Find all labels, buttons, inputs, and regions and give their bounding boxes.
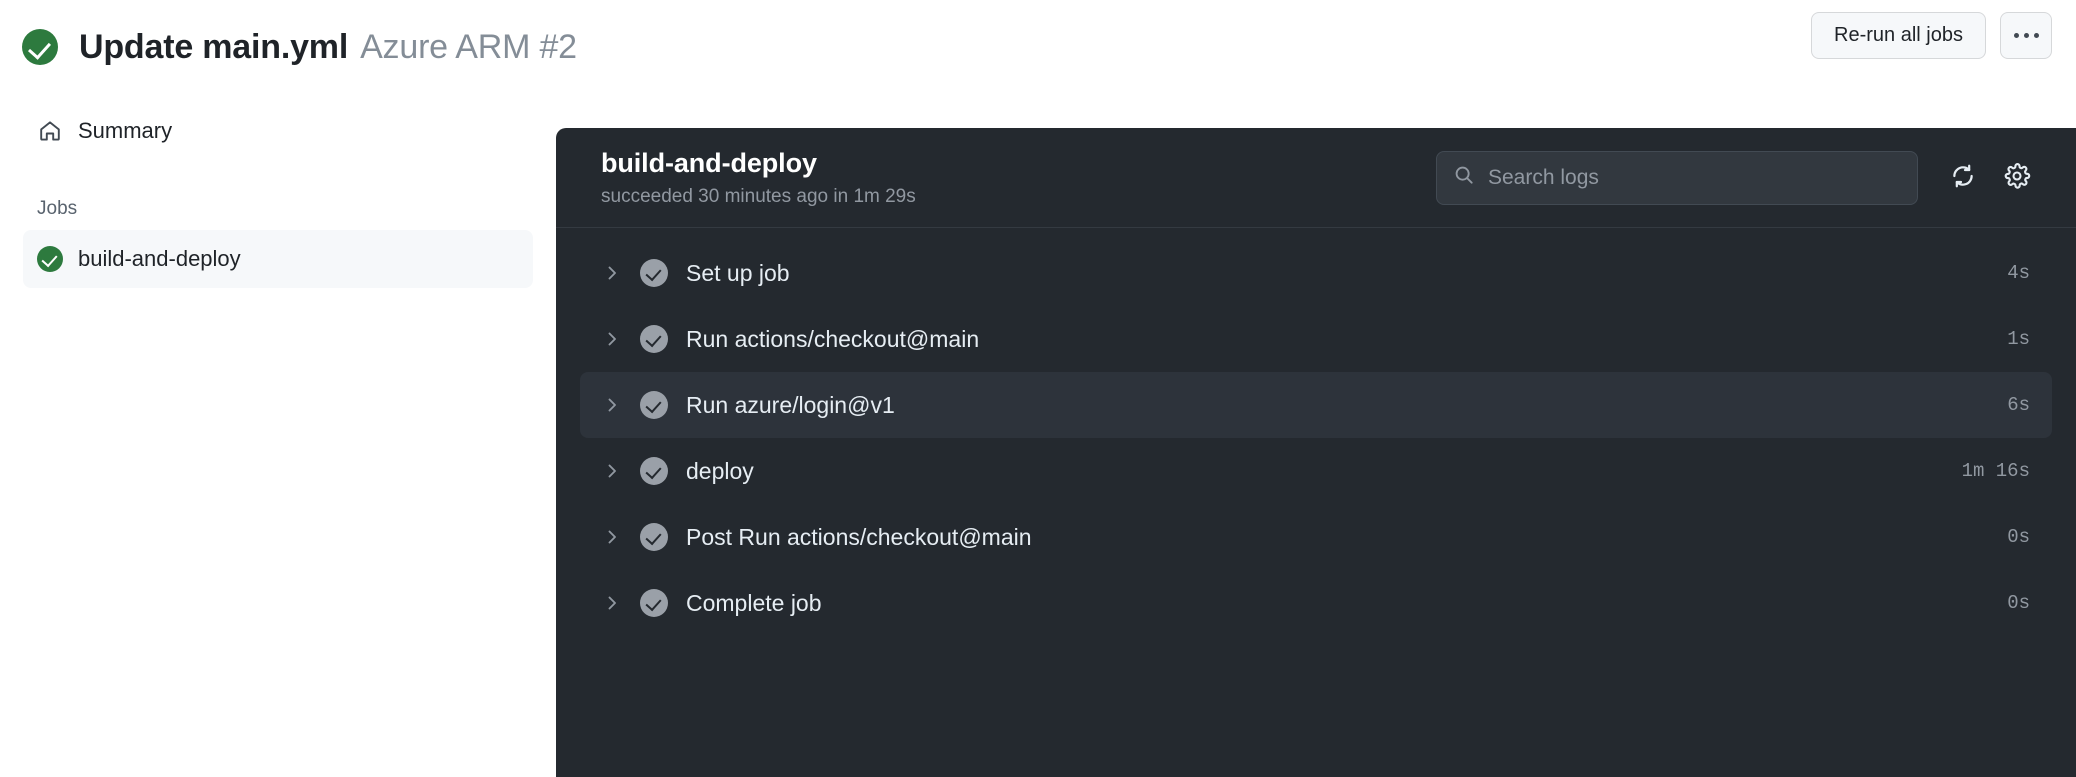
check-circle-icon xyxy=(640,259,668,287)
gear-icon xyxy=(2003,162,2031,193)
search-icon xyxy=(1453,164,1475,191)
sidebar-item-build-and-deploy[interactable]: build-and-deploy xyxy=(23,230,533,288)
page-header: Update main.yml Azure ARM #2 Re-run all … xyxy=(0,0,2076,94)
log-panel-controls xyxy=(1436,151,2044,205)
step-duration: 6s xyxy=(2007,394,2030,416)
check-circle-icon xyxy=(37,246,63,272)
job-log-panel: build-and-deploy succeeded 30 minutes ag… xyxy=(556,128,2076,777)
step-duration: 1m 16s xyxy=(1962,460,2030,482)
chevron-right-icon xyxy=(601,463,623,479)
step-name: Set up job xyxy=(686,260,2007,287)
step-duration: 4s xyxy=(2007,262,2030,284)
log-job-title: build-and-deploy xyxy=(601,148,1436,179)
step-list: Set up job 4s Run actions/checkout@main … xyxy=(556,228,2076,636)
sidebar: Summary Jobs build-and-deploy xyxy=(0,94,556,777)
table-row[interactable]: Complete job 0s xyxy=(580,570,2052,636)
chevron-right-icon xyxy=(601,595,623,611)
table-row[interactable]: Run azure/login@v1 6s xyxy=(580,372,2052,438)
refresh-logs-button[interactable] xyxy=(1936,151,1990,205)
page-title: Update main.yml Azure ARM #2 xyxy=(79,28,577,67)
home-icon xyxy=(37,118,63,144)
step-name: deploy xyxy=(686,458,1962,485)
step-duration: 0s xyxy=(2007,526,2030,548)
body-layout: Summary Jobs build-and-deploy build-and-… xyxy=(0,94,2076,777)
table-row[interactable]: deploy 1m 16s xyxy=(580,438,2052,504)
sidebar-job-label: build-and-deploy xyxy=(78,246,241,272)
run-workflow-name: Azure ARM #2 xyxy=(360,28,577,67)
sidebar-item-summary[interactable]: Summary xyxy=(23,106,533,156)
header-actions: Re-run all jobs xyxy=(1811,12,2052,59)
refresh-icon xyxy=(1949,162,1977,193)
chevron-right-icon xyxy=(601,397,623,413)
search-logs-box[interactable] xyxy=(1436,151,1918,205)
chevron-right-icon xyxy=(601,529,623,545)
table-row[interactable]: Run actions/checkout@main 1s xyxy=(580,306,2052,372)
check-circle-icon xyxy=(640,457,668,485)
step-duration: 1s xyxy=(2007,328,2030,350)
step-duration: 0s xyxy=(2007,592,2030,614)
re-run-all-jobs-button[interactable]: Re-run all jobs xyxy=(1811,12,1986,59)
run-status-check-circle-icon xyxy=(22,29,58,65)
log-panel-header: build-and-deploy succeeded 30 minutes ag… xyxy=(556,128,2076,228)
chevron-right-icon xyxy=(601,265,623,281)
check-circle-icon xyxy=(640,589,668,617)
log-settings-button[interactable] xyxy=(1990,151,2044,205)
sidebar-section-jobs-label: Jobs xyxy=(23,198,533,220)
kebab-horizontal-icon xyxy=(2034,33,2039,38)
log-panel-header-texts: build-and-deploy succeeded 30 minutes ag… xyxy=(601,148,1436,208)
table-row[interactable]: Post Run actions/checkout@main 0s xyxy=(580,504,2052,570)
table-row[interactable]: Set up job 4s xyxy=(580,240,2052,306)
check-circle-icon xyxy=(640,325,668,353)
step-name: Complete job xyxy=(686,590,2007,617)
kebab-horizontal-icon xyxy=(2014,33,2019,38)
kebab-horizontal-icon xyxy=(2024,33,2029,38)
check-circle-icon xyxy=(640,391,668,419)
step-name: Run actions/checkout@main xyxy=(686,326,2007,353)
search-logs-input[interactable] xyxy=(1488,166,1901,190)
check-circle-icon xyxy=(640,523,668,551)
log-job-status: succeeded 30 minutes ago in 1m 29s xyxy=(601,186,1436,208)
more-options-button[interactable] xyxy=(2000,12,2052,59)
step-name: Post Run actions/checkout@main xyxy=(686,524,2007,551)
step-name: Run azure/login@v1 xyxy=(686,392,2007,419)
chevron-right-icon xyxy=(601,331,623,347)
sidebar-item-label: Summary xyxy=(78,118,172,144)
run-title: Update main.yml xyxy=(79,28,348,67)
